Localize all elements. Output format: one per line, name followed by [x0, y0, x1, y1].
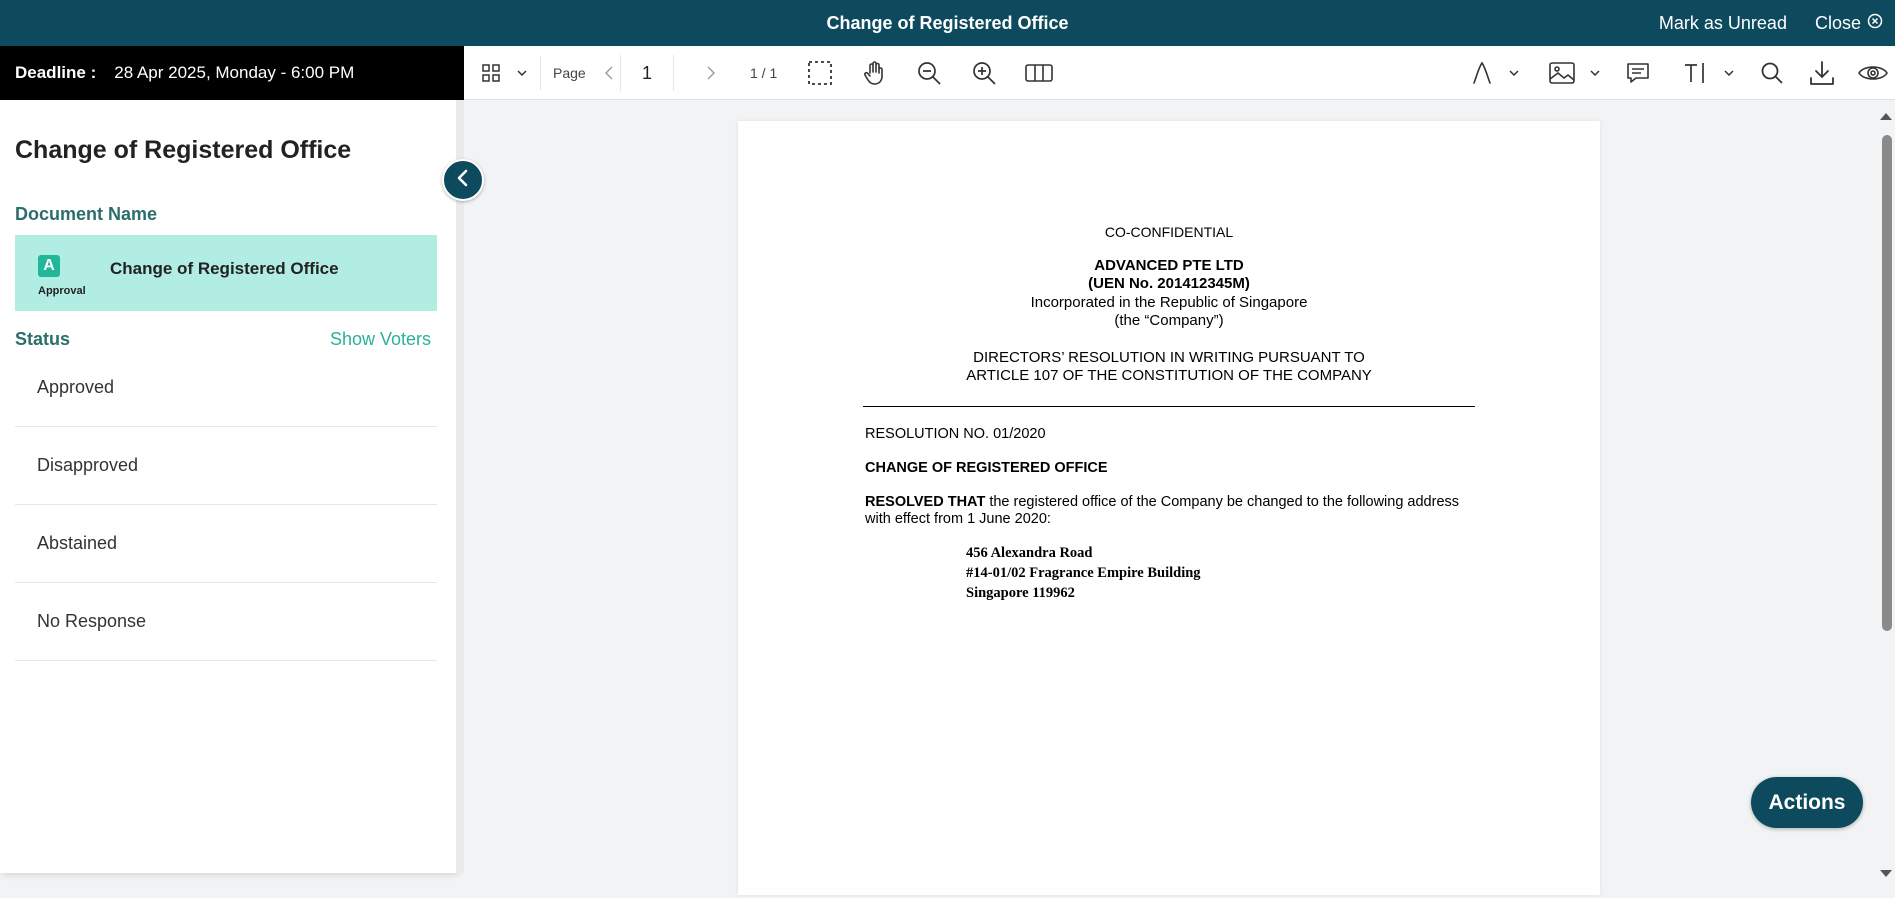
page-count: 1 / 1: [750, 65, 778, 81]
text-tool-dropdown[interactable]: [1720, 46, 1738, 100]
doc-resolved-that: RESOLVED THAT: [865, 494, 986, 510]
chevron-left-icon: [456, 169, 470, 192]
scroll-up-arrow[interactable]: [1880, 113, 1892, 120]
page-number-input[interactable]: [620, 55, 674, 91]
doc-uen: (UEN No. 201412345M): [1088, 275, 1250, 292]
zoom-out-icon: [916, 60, 942, 86]
viewer-toolbar: Page 1 / 1: [464, 46, 1895, 100]
close-button[interactable]: Close: [1815, 13, 1883, 34]
doc-address-line3: Singapore 119962: [966, 585, 1075, 601]
toolbar-divider: [540, 56, 541, 90]
approval-badge-label: Approval: [38, 285, 86, 297]
actions-button[interactable]: Actions: [1751, 777, 1863, 828]
pan-hand-icon: [861, 60, 887, 86]
zoom-out-button[interactable]: [911, 46, 947, 100]
doc-address-line1: 456 Alexandra Road: [966, 545, 1093, 561]
two-page-view-button[interactable]: [1021, 46, 1057, 100]
top-bar: Change of Registered Office Mark as Unre…: [0, 0, 1895, 46]
two-page-view-icon: [1025, 63, 1053, 83]
doc-confidential: CO-CONFIDENTIAL: [1104, 224, 1234, 240]
sidebar-resize-edge: [456, 100, 464, 873]
chevron-down-icon: [1724, 70, 1734, 76]
close-circle-icon: [1867, 13, 1883, 34]
marquee-select-button[interactable]: [802, 46, 838, 100]
eye-icon: [1858, 62, 1888, 84]
view-mode-button[interactable]: [1854, 46, 1892, 100]
deadline-label: Deadline :: [15, 63, 97, 82]
status-item-approved[interactable]: Approved: [15, 349, 437, 427]
page-label: Page: [553, 65, 586, 81]
doc-company-alias: (the “Company”): [1114, 312, 1224, 329]
pan-tool-button[interactable]: [856, 46, 892, 100]
approval-badge-icon: A: [38, 255, 60, 277]
download-icon: [1809, 60, 1835, 86]
chevron-down-icon: [517, 70, 527, 76]
close-label: Close: [1814, 12, 1861, 33]
chevron-down-icon: [1509, 70, 1519, 76]
status-item-no-response[interactable]: No Response: [15, 583, 437, 661]
doc-heading-line1: DIRECTORS’ RESOLUTION IN WRITING PURSUAN…: [973, 349, 1365, 366]
grid-view-dropdown[interactable]: [512, 46, 532, 100]
signature-pen-icon: [1471, 61, 1493, 85]
image-tool-dropdown[interactable]: [1586, 46, 1604, 100]
doc-incorporated: Incorporated in the Republic of Singapor…: [1030, 294, 1308, 311]
text-tool-button[interactable]: [1678, 46, 1714, 100]
prev-page-icon: [605, 66, 613, 80]
doc-address: 456 Alexandra Road #14-01/02 Fragrance E…: [966, 543, 1201, 603]
search-icon: [1760, 61, 1784, 85]
status-list: Approved Disapproved Abstained No Respon…: [15, 349, 437, 661]
doc-resolution-title: CHANGE OF REGISTERED OFFICE: [865, 460, 1108, 476]
doc-company-name: ADVANCED PTE LTD: [1094, 257, 1244, 274]
doc-resolved-paragraph: RESOLVED THAT the registered office of t…: [865, 494, 1459, 511]
zoom-in-button[interactable]: [966, 46, 1002, 100]
comment-tool-button[interactable]: [1622, 46, 1654, 100]
signature-tool-dropdown[interactable]: [1505, 46, 1523, 100]
zoom-in-icon: [971, 60, 997, 86]
status-item-abstained[interactable]: Abstained: [15, 505, 437, 583]
doc-divider: [863, 406, 1475, 407]
document-name-heading: Document Name: [15, 204, 158, 224]
scroll-down-arrow[interactable]: [1880, 870, 1892, 877]
grid-view-icon: [482, 64, 500, 82]
sidebar-title: Change of Registered Office: [15, 136, 352, 164]
next-page-icon: [707, 66, 715, 80]
collapse-sidebar-button[interactable]: [442, 159, 484, 201]
prev-page-button[interactable]: [598, 46, 620, 100]
chevron-down-icon: [1590, 70, 1600, 76]
image-tool-button[interactable]: [1546, 46, 1578, 100]
next-page-button[interactable]: [700, 46, 722, 100]
download-button[interactable]: [1804, 46, 1840, 100]
marquee-select-icon: [807, 60, 833, 86]
document-card[interactable]: A Approval Change of Registered Office: [15, 235, 437, 311]
doc-resolution-no: RESOLUTION NO. 01/2020: [865, 426, 1046, 442]
text-cursor-icon: [1683, 61, 1709, 85]
search-button[interactable]: [1754, 46, 1790, 100]
document-page: CO-CONFIDENTIAL ADVANCED PTE LTD (UEN No…: [738, 121, 1600, 895]
deadline-bar: Deadline : 28 Apr 2025, Monday - 6:00 PM: [0, 46, 464, 100]
doc-address-line2: #14-01/02 Fragrance Empire Building: [966, 565, 1201, 581]
comment-icon: [1626, 61, 1650, 85]
grid-view-button[interactable]: [474, 46, 508, 100]
top-bar-actions: Mark as Unread Close: [1659, 0, 1883, 46]
mark-as-unread-button[interactable]: Mark as Unread: [1659, 13, 1787, 34]
doc-heading-line2: ARTICLE 107 OF THE CONSTITUTION OF THE C…: [966, 367, 1372, 384]
document-card-name: Change of Registered Office: [110, 259, 339, 278]
doc-resolved-text-1: the registered office of the Company be …: [985, 494, 1460, 510]
scrollbar-thumb[interactable]: [1882, 135, 1892, 631]
deadline-value: 28 Apr 2025, Monday - 6:00 PM: [114, 63, 355, 82]
status-item-disapproved[interactable]: Disapproved: [15, 427, 437, 505]
show-voters-link[interactable]: Show Voters: [330, 329, 431, 350]
window-title: Change of Registered Office: [826, 13, 1069, 33]
details-sidebar: Change of Registered Office Document Nam…: [0, 100, 456, 873]
status-heading: Status: [15, 329, 71, 349]
doc-resolved-text-2: with effect from 1 June 2020:: [865, 511, 1051, 527]
image-icon: [1549, 62, 1575, 84]
signature-tool-button[interactable]: [1467, 46, 1497, 100]
